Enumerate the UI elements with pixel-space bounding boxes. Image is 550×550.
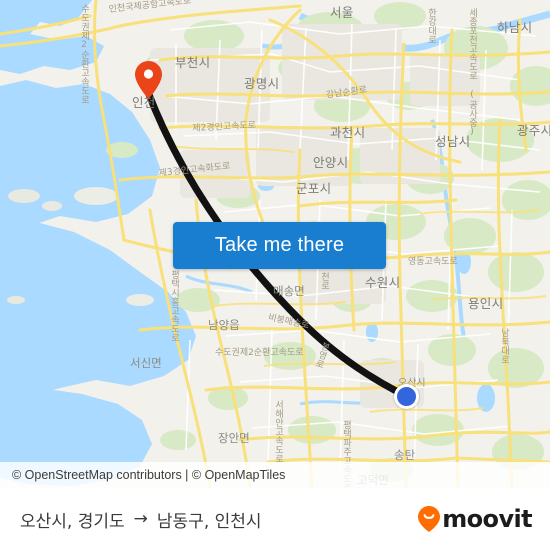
arrow-right-icon: →: [133, 509, 148, 529]
moovit-route-card: 인천국제공항고속도로 수도권제2순환고속도로 부천시 광명시 인천 서울 하남시 한강대로 세종…: [0, 0, 550, 550]
route-origin-label: 오산시, 경기도: [20, 511, 125, 532]
footer-bar: 오산시, 경기도 → 남동구, 인천시 moovit: [0, 488, 550, 550]
route-summary: 오산시, 경기도 → 남동구, 인천시: [20, 507, 262, 532]
map-attribution[interactable]: © OpenStreetMap contributors | © OpenMap…: [0, 462, 550, 488]
route-destination-label: 남동구, 인천시: [156, 511, 262, 532]
moovit-pin-icon: [418, 506, 441, 532]
origin-dot[interactable]: [394, 384, 419, 409]
take-me-there-button[interactable]: Take me there: [173, 222, 386, 269]
destination-pin[interactable]: [135, 61, 162, 99]
map-canvas[interactable]: 인천국제공항고속도로 수도권제2순환고속도로 부천시 광명시 인천 서울 하남시 한강대로 세종…: [0, 0, 550, 488]
moovit-wordmark: moovit: [442, 505, 532, 533]
moovit-logo[interactable]: moovit: [418, 505, 533, 533]
